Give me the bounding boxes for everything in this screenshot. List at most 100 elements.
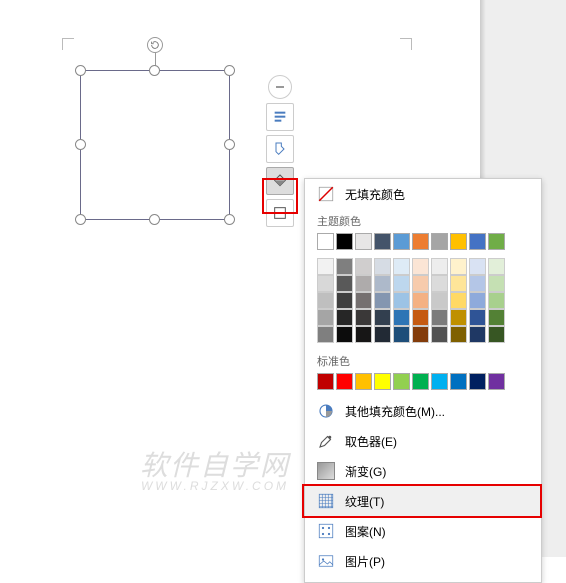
color-swatch[interactable] xyxy=(355,258,372,275)
color-swatch[interactable] xyxy=(488,258,505,275)
standard-colors-row xyxy=(305,371,541,396)
color-swatch[interactable] xyxy=(317,373,334,390)
color-swatch[interactable] xyxy=(450,309,467,326)
color-swatch[interactable] xyxy=(469,373,486,390)
color-swatch[interactable] xyxy=(336,373,353,390)
color-swatch[interactable] xyxy=(355,233,372,250)
pattern-option[interactable]: 图案(N) xyxy=(305,516,541,546)
texture-option[interactable]: 纹理(T) xyxy=(305,486,541,516)
texture-label: 纹理(T) xyxy=(345,493,384,510)
color-swatch[interactable] xyxy=(355,292,372,309)
format-painter-button[interactable] xyxy=(266,135,294,163)
color-swatch[interactable] xyxy=(469,275,486,292)
color-swatch[interactable] xyxy=(450,292,467,309)
color-swatch[interactable] xyxy=(374,373,391,390)
color-swatch[interactable] xyxy=(317,275,334,292)
color-swatch[interactable] xyxy=(374,233,391,250)
resize-handle-mb[interactable] xyxy=(149,214,160,225)
outline-button[interactable] xyxy=(266,199,294,227)
resize-handle-br[interactable] xyxy=(224,214,235,225)
gradient-label: 渐变(G) xyxy=(345,463,386,480)
color-swatch[interactable] xyxy=(431,233,448,250)
color-swatch[interactable] xyxy=(374,275,391,292)
picture-option[interactable]: 图片(P) xyxy=(305,546,541,576)
color-swatch[interactable] xyxy=(336,275,353,292)
color-swatch[interactable] xyxy=(374,309,391,326)
resize-handle-bl[interactable] xyxy=(75,214,86,225)
collapse-button[interactable] xyxy=(268,75,292,99)
color-swatch[interactable] xyxy=(374,292,391,309)
color-swatch[interactable] xyxy=(393,258,410,275)
resize-handle-mt[interactable] xyxy=(149,65,160,76)
picture-icon xyxy=(317,552,335,570)
color-swatch[interactable] xyxy=(469,258,486,275)
eyedropper-label: 取色器(E) xyxy=(345,433,397,450)
color-swatch[interactable] xyxy=(317,233,334,250)
color-swatch[interactable] xyxy=(355,373,372,390)
color-swatch[interactable] xyxy=(393,309,410,326)
color-swatch[interactable] xyxy=(355,326,372,343)
color-swatch[interactable] xyxy=(374,326,391,343)
color-swatch[interactable] xyxy=(336,258,353,275)
color-swatch[interactable] xyxy=(412,275,429,292)
color-swatch[interactable] xyxy=(450,373,467,390)
color-swatch[interactable] xyxy=(488,309,505,326)
color-swatch[interactable] xyxy=(450,326,467,343)
gradient-option[interactable]: 渐变(G) xyxy=(305,456,541,486)
color-swatch[interactable] xyxy=(431,309,448,326)
color-swatch[interactable] xyxy=(450,275,467,292)
color-swatch[interactable] xyxy=(317,326,334,343)
color-swatch[interactable] xyxy=(450,258,467,275)
no-fill-option[interactable]: 无填充颜色 xyxy=(305,179,541,209)
resize-handle-tr[interactable] xyxy=(224,65,235,76)
color-swatch[interactable] xyxy=(355,275,372,292)
more-colors-option[interactable]: 其他填充颜色(M)... xyxy=(305,396,541,426)
color-swatch[interactable] xyxy=(431,258,448,275)
more-colors-label: 其他填充颜色(M)... xyxy=(345,403,445,420)
color-swatch[interactable] xyxy=(393,275,410,292)
color-swatch[interactable] xyxy=(488,373,505,390)
color-swatch[interactable] xyxy=(393,292,410,309)
color-swatch[interactable] xyxy=(317,309,334,326)
color-swatch[interactable] xyxy=(393,233,410,250)
color-swatch[interactable] xyxy=(450,233,467,250)
color-swatch[interactable] xyxy=(412,373,429,390)
color-swatch[interactable] xyxy=(412,292,429,309)
color-swatch[interactable] xyxy=(336,233,353,250)
color-swatch[interactable] xyxy=(412,326,429,343)
color-swatch[interactable] xyxy=(431,326,448,343)
color-swatch[interactable] xyxy=(431,373,448,390)
color-swatch[interactable] xyxy=(355,309,372,326)
resize-handle-mr[interactable] xyxy=(224,139,235,150)
color-swatch[interactable] xyxy=(374,258,391,275)
eyedropper-option[interactable]: 取色器(E) xyxy=(305,426,541,456)
color-swatch[interactable] xyxy=(412,258,429,275)
resize-handle-tl[interactable] xyxy=(75,65,86,76)
color-swatch[interactable] xyxy=(336,326,353,343)
fill-button[interactable] xyxy=(266,167,294,195)
color-swatch[interactable] xyxy=(412,309,429,326)
color-swatch[interactable] xyxy=(431,275,448,292)
color-swatch[interactable] xyxy=(317,258,334,275)
color-swatch[interactable] xyxy=(393,373,410,390)
color-swatch[interactable] xyxy=(431,292,448,309)
color-swatch[interactable] xyxy=(488,292,505,309)
color-swatch[interactable] xyxy=(488,233,505,250)
color-swatch[interactable] xyxy=(412,233,429,250)
watermark-main: 软件自学网 xyxy=(140,452,290,480)
color-swatch[interactable] xyxy=(317,292,334,309)
text-wrap-button[interactable] xyxy=(266,103,294,131)
resize-handle-ml[interactable] xyxy=(75,139,86,150)
color-swatch[interactable] xyxy=(336,309,353,326)
color-swatch[interactable] xyxy=(336,292,353,309)
color-swatch[interactable] xyxy=(488,275,505,292)
color-swatch[interactable] xyxy=(469,233,486,250)
watermark: 软件自学网 WWW.RJZXW.COM xyxy=(140,452,290,492)
color-swatch[interactable] xyxy=(469,292,486,309)
color-swatch[interactable] xyxy=(469,309,486,326)
rotate-handle[interactable] xyxy=(147,37,163,53)
color-swatch[interactable] xyxy=(393,326,410,343)
color-swatch[interactable] xyxy=(469,326,486,343)
color-swatch[interactable] xyxy=(488,326,505,343)
selected-shape[interactable] xyxy=(80,70,230,220)
